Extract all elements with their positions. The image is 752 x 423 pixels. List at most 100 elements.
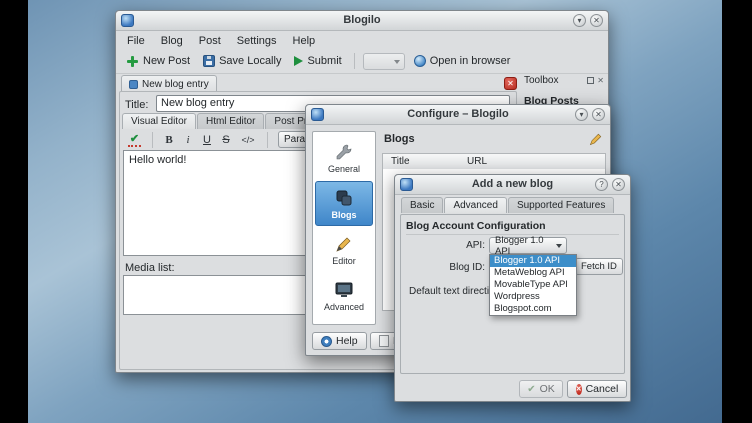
help-button[interactable]: Help [312,332,367,350]
blog-id-label: Blog ID: [401,262,485,273]
close-button[interactable]: ✕ [590,14,603,27]
sidebar-item-blogs[interactable]: Blogs [315,181,373,226]
globe-icon [414,55,426,67]
menu-post[interactable]: Post [192,34,228,48]
open-in-browser-label: Open in browser [430,55,511,67]
column-title[interactable]: Title [383,156,467,167]
save-icon [203,55,215,67]
dropdown-option-metaweblog[interactable]: MetaWeblog API [490,267,576,279]
format-separator [152,132,153,148]
add-blog-dialog: Add a new blog ? ✕ Basic Advanced Suppor… [394,174,631,402]
underline-button[interactable]: U [201,134,213,146]
main-toolbar: New Post Save Locally Submit Open in bro… [116,49,608,74]
bold-button[interactable]: B [163,134,175,146]
sidebar-item-editor[interactable]: Editor [315,227,373,272]
submit-button[interactable]: Submit [290,53,345,69]
blogs-table-header: Title URL [382,153,606,170]
format-separator-2 [267,132,268,148]
close-button[interactable]: ✕ [592,108,605,121]
minimize-button[interactable]: ▾ [575,108,588,121]
api-dropdown-list: Blogger 1.0 API MetaWeblog API MovableTy… [489,254,577,316]
cancel-button[interactable]: ✕ Cancel [567,380,627,398]
strikethrough-button[interactable]: S [220,134,232,146]
main-titlebar[interactable]: Blogilo ▾ ✕ [116,11,608,31]
spellcheck-icon[interactable]: ✔ [127,132,142,147]
page-title: Blogs [384,133,415,145]
sidebar-label: Blogs [331,210,356,220]
tab-visual-editor[interactable]: Visual Editor [122,113,196,129]
tab-new-blog-entry[interactable]: New blog entry [121,75,217,92]
help-icon [321,336,332,347]
defaults-icon [379,335,389,347]
menu-settings[interactable]: Settings [230,34,284,48]
tab-advanced[interactable]: Advanced [444,197,506,213]
save-locally-button[interactable]: Save Locally [199,53,285,69]
cancel-label: Cancel [586,383,619,395]
tab-basic[interactable]: Basic [401,197,443,213]
code-button[interactable]: </> [239,135,257,145]
blogs-icon [334,188,354,208]
advanced-tab-panel: Blog Account Configuration API: Blogger … [400,214,625,374]
fetch-id-label: Fetch ID [581,261,617,272]
new-post-label: New Post [143,55,190,67]
cancel-icon: ✕ [576,384,582,395]
pencil-icon [334,234,354,254]
dropdown-option-blogger[interactable]: Blogger 1.0 API [490,255,576,267]
media-list-label: Media list: [125,262,175,274]
sidebar-item-general[interactable]: General [315,135,373,180]
ok-label: OK [540,383,555,395]
toolbar-separator [354,53,355,69]
check-icon: ✔ [527,384,535,395]
monitor-icon [334,280,354,300]
save-label: Save Locally [219,55,281,67]
menu-blog[interactable]: Blog [154,34,190,48]
float-panel-icon[interactable] [587,77,594,84]
post-icon [129,80,138,89]
chevron-down-icon [556,244,562,248]
submit-label: Submit [307,55,341,67]
add-blog-titlebar[interactable]: Add a new blog ? ✕ [395,175,630,195]
doc-tab-label: New blog entry [142,79,209,90]
fetch-id-button[interactable]: Fetch ID [575,258,623,275]
api-combobox[interactable]: Blogger 1.0 API [489,237,567,254]
close-button[interactable]: ✕ [612,178,625,191]
sidebar-label: General [328,164,360,174]
wrench-icon [334,142,354,162]
sidebar-item-advanced[interactable]: Advanced [315,273,373,318]
section-heading: Blog Account Configuration [406,220,546,232]
minimize-button[interactable]: ▾ [573,14,586,27]
close-panel-icon[interactable]: ✕ [597,76,604,85]
menu-bar: File Blog Post Settings Help [116,32,608,49]
dropdown-option-movabletype[interactable]: MovableType API [490,279,576,291]
tab-supported-features[interactable]: Supported Features [508,197,614,213]
help-titlebar-button[interactable]: ? [595,178,608,191]
configure-sidebar: General Blogs Editor Advanced [312,131,376,325]
desktop-wallpaper: Blogilo ▾ ✕ File Blog Post Settings Help… [28,0,722,423]
blog-selector-combobox[interactable] [363,53,405,70]
sidebar-label: Editor [332,256,356,266]
dropdown-option-blogspot[interactable]: Blogspot.com [490,303,576,315]
sidebar-label: Advanced [324,302,364,312]
title-label: Title: [125,99,148,111]
tab-html-editor[interactable]: Html Editor [197,113,264,129]
menu-help[interactable]: Help [286,34,323,48]
ok-button[interactable]: ✔ OK [519,380,563,398]
close-tab-button[interactable]: ✕ [504,77,517,90]
main-window-title: Blogilo [116,14,608,26]
open-in-browser-button[interactable]: Open in browser [410,53,515,69]
toolbox-title: Toolbox [524,75,584,86]
configure-window-title: Configure – Blogilo [306,108,610,120]
new-post-icon [126,55,139,68]
help-label: Help [336,335,358,347]
api-label: API: [401,240,485,251]
menu-file[interactable]: File [120,34,152,48]
chevron-down-icon [394,60,400,64]
dropdown-option-wordpress[interactable]: Wordpress [490,291,576,303]
add-blog-tabs: Basic Advanced Supported Features [401,197,615,213]
italic-button[interactable]: i [182,134,194,146]
new-post-button[interactable]: New Post [122,53,194,70]
configure-titlebar[interactable]: Configure – Blogilo ▾ ✕ [306,105,610,125]
edit-pencil-icon[interactable] [588,131,604,147]
column-url[interactable]: URL [467,156,487,167]
submit-arrow-icon [294,56,303,66]
